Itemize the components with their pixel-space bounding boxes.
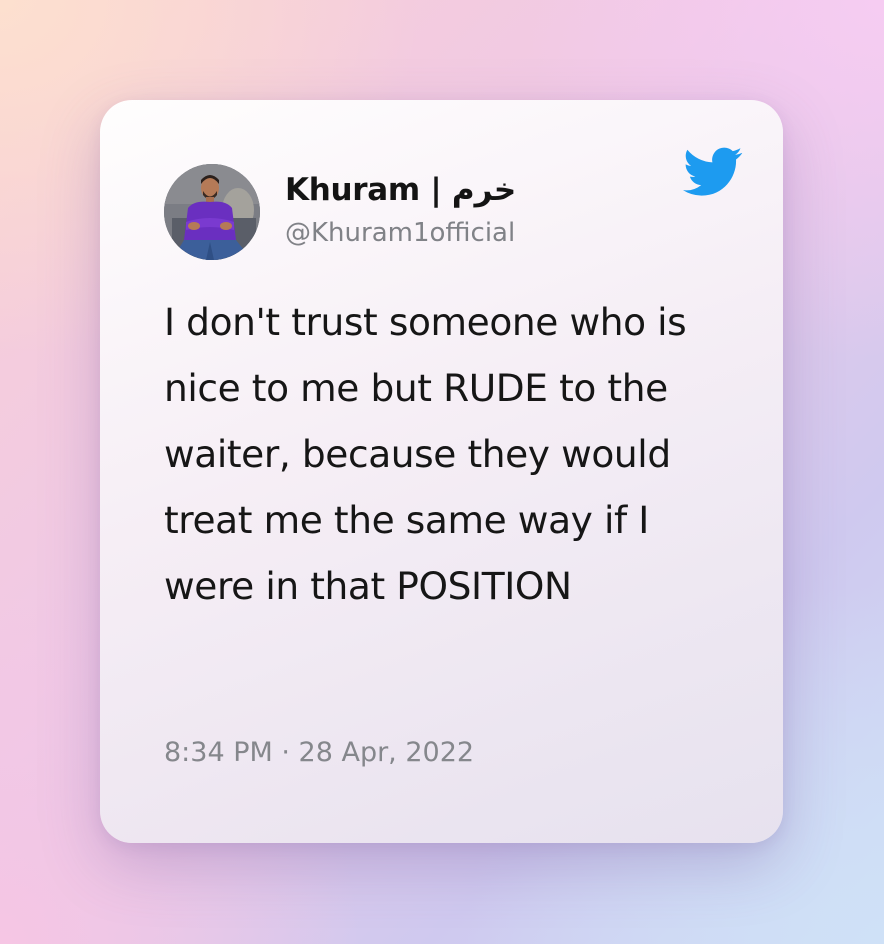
profile-photo-icon bbox=[164, 164, 260, 260]
author-display-name[interactable]: Khuram | خرم bbox=[285, 172, 517, 208]
tweet-text: I don't trust someone who is nice to me … bbox=[164, 300, 687, 608]
tweet-timestamp[interactable]: 8:34 PM · 28 Apr, 2022 bbox=[164, 737, 474, 768]
avatar[interactable] bbox=[164, 164, 260, 260]
tweet-card: Khuram | خرم @Khuram1official I don't tr… bbox=[100, 100, 783, 843]
author-handle[interactable]: @Khuram1official bbox=[285, 218, 515, 248]
twitter-bird-icon[interactable] bbox=[683, 147, 743, 197]
